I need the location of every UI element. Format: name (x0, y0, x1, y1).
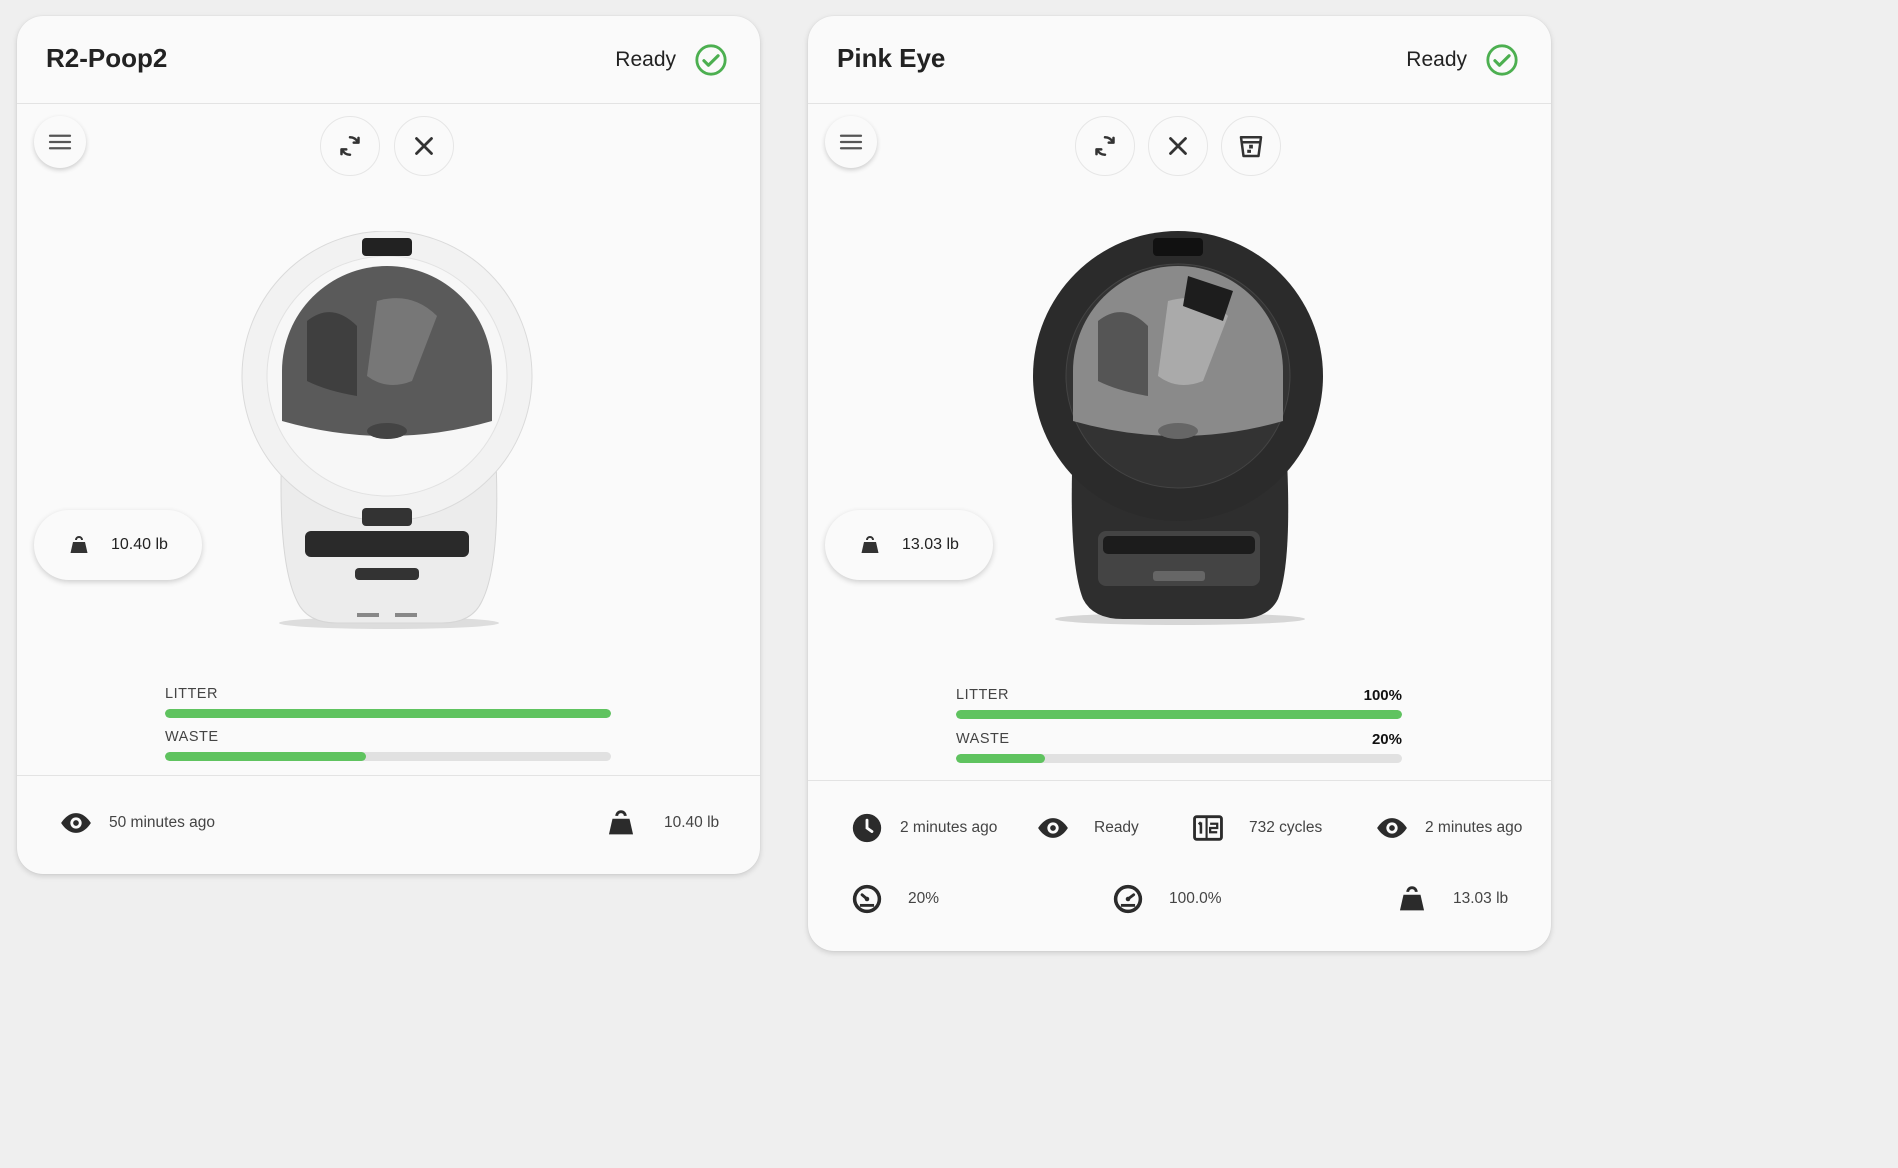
close-icon (415, 137, 433, 155)
robot-image-black (1033, 231, 1323, 625)
weight-value: 10.40 lb (664, 814, 720, 831)
litter-bar (956, 710, 1402, 719)
cycle-count-stat[interactable]: 732 cycles (1191, 811, 1322, 845)
gauge-icon (1113, 884, 1143, 914)
counter-icon (1193, 815, 1223, 841)
status-text: Ready (615, 48, 676, 71)
waste-bar-fill (956, 754, 1046, 763)
litter-bar-fill (956, 710, 1402, 719)
menu-icon (839, 134, 863, 150)
last-cycle-stat[interactable]: 2 minutes ago (850, 811, 997, 845)
robot-card-pink-eye: Pink Eye Ready 13.03 lb LITTER 100% WAST… (808, 16, 1551, 951)
cycle-button[interactable] (1075, 116, 1135, 176)
level-bars: LITTER WASTE (165, 686, 611, 761)
stop-button[interactable] (394, 116, 454, 176)
check-circle-icon (695, 44, 727, 76)
weight-badge[interactable]: 10.40 lb (34, 510, 202, 580)
weight-value: 10.40 lb (111, 536, 168, 553)
footer-divider (808, 780, 1551, 781)
waste-bar (956, 754, 1402, 763)
litter-gauge-value: 100.0% (1169, 890, 1222, 907)
menu-button[interactable] (825, 116, 877, 168)
weight-icon (70, 536, 88, 553)
last-seen-value: 50 minutes ago (109, 814, 215, 831)
weight-icon (1399, 886, 1425, 911)
weight-icon (861, 536, 879, 553)
refresh-icon (340, 136, 360, 156)
refresh-icon (1095, 136, 1115, 156)
waste-gauge-value: 20% (908, 890, 940, 907)
last-seen-stat[interactable]: 50 minutes ago (59, 806, 215, 840)
card-header: R2-Poop2 Ready (17, 16, 760, 104)
robot-image-white (241, 231, 533, 629)
empty-waste-button[interactable] (1221, 116, 1281, 176)
status-indicator[interactable]: Ready (615, 43, 728, 77)
weight-badge[interactable]: 13.03 lb (825, 510, 993, 580)
last-seen-value: 2 minutes ago (1425, 819, 1523, 836)
trash-icon (1239, 136, 1263, 158)
card-header: Pink Eye Ready (808, 16, 1551, 104)
clock-icon (852, 813, 882, 843)
weight-icon (608, 810, 634, 835)
weight-value: 13.03 lb (902, 536, 959, 553)
litter-label: LITTER 100% (956, 687, 1402, 704)
robot-card-r2-poop2: R2-Poop2 Ready 10.40 lb LITTER WASTE 50 … (17, 16, 760, 874)
status-text: Ready (1406, 48, 1467, 71)
litter-label: LITTER (165, 686, 218, 702)
menu-icon (48, 134, 72, 150)
close-icon (1169, 137, 1187, 155)
weight-stat[interactable]: 10.40 lb (604, 806, 719, 840)
state-value: Ready (1094, 819, 1139, 836)
litter-percent: 100% (1363, 687, 1402, 704)
level-bars: LITTER 100% WASTE 20% (956, 687, 1402, 763)
waste-bar-fill (165, 752, 366, 761)
robot-name: Pink Eye (837, 43, 946, 73)
stop-button[interactable] (1148, 116, 1208, 176)
litter-bar-fill (165, 709, 611, 718)
state-stat[interactable]: Ready (1036, 811, 1139, 845)
litter-gauge-stat[interactable]: 100.0% (1111, 882, 1222, 916)
cycle-button[interactable] (320, 116, 380, 176)
weight-value: 13.03 lb (1453, 890, 1509, 907)
waste-label: WASTE 20% (956, 731, 1402, 748)
footer-divider (17, 775, 760, 776)
waste-gauge-stat[interactable]: 20% (850, 882, 939, 916)
waste-percent: 20% (1371, 731, 1402, 748)
weight-stat[interactable]: 13.03 lb (1395, 882, 1508, 916)
waste-label: WASTE (165, 729, 219, 745)
gauge-icon (852, 884, 882, 914)
eye-icon (61, 813, 91, 833)
cycle-count-value: 732 cycles (1249, 819, 1323, 836)
last-cycle-value: 2 minutes ago (900, 819, 998, 836)
waste-bar (165, 752, 611, 761)
robot-name: R2-Poop2 (46, 43, 168, 73)
litter-bar (165, 709, 611, 718)
status-indicator[interactable]: Ready (1406, 43, 1519, 77)
eye-icon (1377, 818, 1407, 838)
eye-icon (1038, 818, 1068, 838)
last-seen-stat[interactable]: 2 minutes ago (1375, 811, 1522, 845)
menu-button[interactable] (34, 116, 86, 168)
check-circle-icon (1486, 44, 1518, 76)
